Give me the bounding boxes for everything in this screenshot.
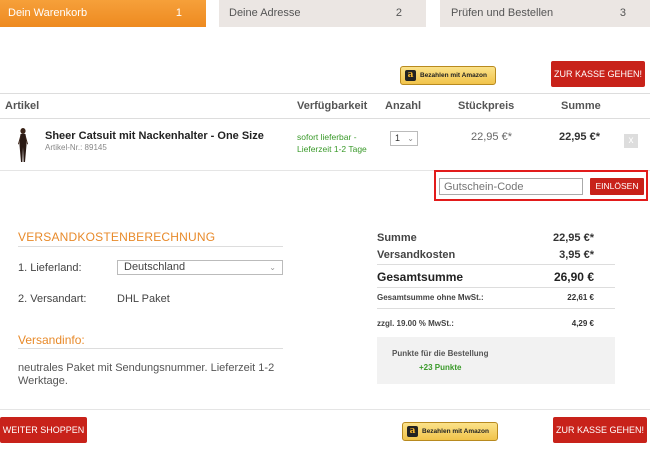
subtotal-value: 22,95 €* — [553, 232, 594, 244]
chevron-down-icon: ⌄ — [269, 263, 276, 272]
step-address-label: Deine Adresse — [229, 7, 301, 19]
amazon-pay-button-top[interactable]: a Bezahlen mit Amazon — [400, 66, 496, 85]
line-sum: 22,95 €* — [559, 131, 600, 143]
points-label: Punkte für die Bestellung — [392, 349, 489, 358]
amazon-logo-icon: a — [407, 426, 418, 437]
shipping-info-title: Versandinfo: — [18, 333, 85, 347]
product-name[interactable]: Sheer Catsuit mit Nackenhalter - One Siz… — [45, 130, 264, 142]
product-thumbnail[interactable] — [16, 127, 30, 163]
bottom-divider — [0, 409, 650, 410]
step-address[interactable]: Deine Adresse 2 — [219, 0, 426, 27]
header-sum: Summe — [561, 100, 601, 112]
step-cart[interactable]: Dein Warenkorb 1 — [0, 0, 206, 27]
cart-table-header: Artikel Verfügbarkeit Anzahl Stückpreis … — [0, 93, 650, 119]
continue-shopping-button[interactable]: WEITER SHOPPEN — [0, 417, 87, 443]
vat-label: zzgl. 19.00 % MwSt.: — [377, 319, 454, 328]
checkout-steps: Dein Warenkorb 1 Deine Adresse 2 Prüfen … — [0, 0, 650, 27]
step-review[interactable]: Prüfen und Bestellen 3 — [440, 0, 650, 27]
header-quantity: Anzahl — [385, 100, 422, 112]
grand-total-label: Gesamtsumme — [377, 270, 464, 284]
shipping-calc-title: VERSANDKOSTENBERECHNUNG — [18, 230, 216, 244]
net-total-value: 22,61 € — [567, 293, 594, 302]
amazon-pay-label: Bezahlen mit Amazon — [420, 72, 487, 79]
shipping-info-text: neutrales Paket mit Sendungsnummer. Lief… — [18, 362, 275, 387]
shipping-method-value: DHL Paket — [117, 293, 170, 305]
country-label: 1. Lieferland: — [18, 262, 82, 274]
step-review-number: 3 — [619, 7, 626, 19]
amazon-pay-label: Bezahlen mit Amazon — [422, 428, 489, 435]
amazon-pay-button-bottom[interactable]: a Bezahlen mit Amazon — [402, 422, 498, 441]
step-address-number: 2 — [395, 7, 402, 19]
header-article: Artikel — [5, 100, 40, 112]
availability-status: sofort lieferbar - Lieferzeit 1-2 Tage — [297, 132, 367, 154]
product-article-number: Artikel-Nr.: 89145 — [45, 143, 107, 152]
subtotal-label: Summe — [377, 232, 417, 244]
header-unit-price: Stückpreis — [458, 100, 515, 112]
shipping-cost-value: 3,95 €* — [559, 249, 594, 261]
divider — [377, 287, 615, 288]
voucher-code-input[interactable] — [439, 178, 583, 195]
remove-item-button[interactable]: x — [624, 134, 638, 148]
amazon-logo-icon: a — [405, 70, 416, 81]
country-select[interactable]: Deutschland ⌄ — [117, 260, 283, 275]
redeem-voucher-button[interactable]: EINLÖSEN — [590, 178, 644, 195]
checkout-button-top[interactable]: ZUR KASSE GEHEN! — [551, 61, 645, 87]
unit-price: 22,95 €* — [471, 131, 512, 143]
divider — [18, 348, 283, 349]
step-cart-label: Dein Warenkorb — [8, 7, 88, 19]
quantity-value: 1 — [395, 133, 401, 143]
checkout-button-bottom[interactable]: ZUR KASSE GEHEN! — [553, 417, 647, 443]
divider — [18, 246, 283, 247]
divider — [377, 308, 615, 309]
net-total-label: Gesamtsumme ohne MwSt.: — [377, 293, 484, 302]
chevron-down-icon: ⌄ — [407, 134, 414, 143]
points-value: +23 Punkte — [419, 363, 462, 372]
grand-total-value: 26,90 € — [553, 270, 594, 284]
vat-value: 4,29 € — [571, 319, 594, 328]
country-value: Deutschland — [124, 261, 186, 273]
header-availability: Verfügbarkeit — [297, 100, 368, 112]
shipping-cost-label: Versandkosten — [377, 249, 456, 261]
shipping-method-label: 2. Versandart: — [18, 293, 87, 305]
quantity-select[interactable]: 1 ⌄ — [390, 131, 418, 146]
step-cart-number: 1 — [175, 7, 182, 19]
points-box — [377, 337, 615, 384]
divider — [377, 264, 615, 265]
step-review-label: Prüfen und Bestellen — [451, 7, 554, 19]
